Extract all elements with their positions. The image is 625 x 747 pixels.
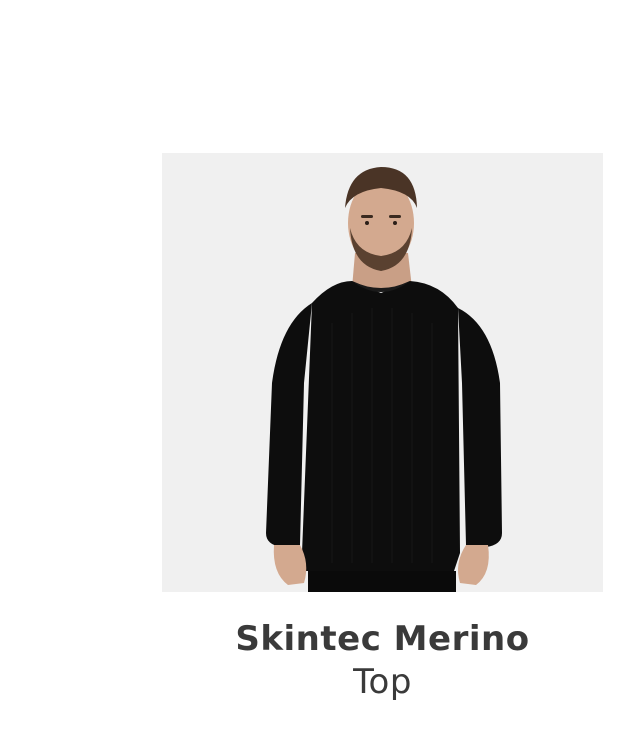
product-title[interactable]: Skintec Merino Top [0, 619, 625, 703]
product-card[interactable]: Skintec Merino Top [0, 0, 625, 747]
product-name-line1: Skintec Merino [235, 619, 530, 659]
product-image[interactable] [162, 153, 603, 592]
product-name-line2: Top [353, 661, 412, 702]
product-photo [162, 153, 603, 592]
